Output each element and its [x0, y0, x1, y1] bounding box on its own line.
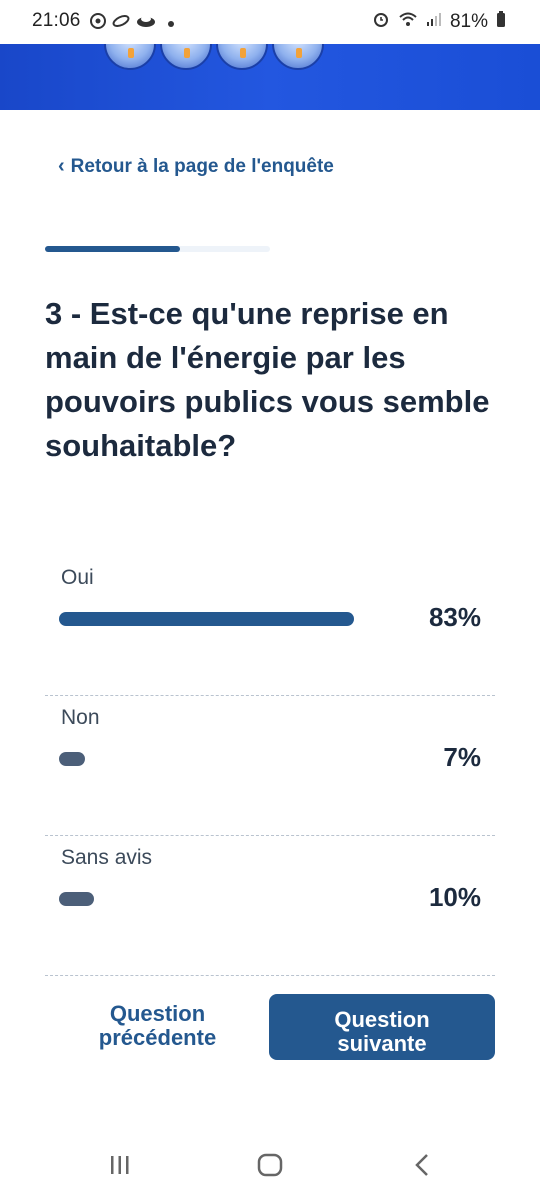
chrome-icon: [90, 13, 106, 34]
back-chevron-icon: [415, 1154, 428, 1176]
previous-question-button[interactable]: Question précédente: [70, 1002, 245, 1050]
battery-icon: [496, 10, 506, 34]
result-label: Sans avis: [61, 846, 153, 869]
back-link-label: Retour à la page de l'enquête: [70, 155, 334, 177]
system-nav-bar: [0, 1130, 540, 1200]
result-bar: [59, 892, 95, 906]
result-label: Oui: [61, 566, 94, 589]
result-percent: 7%: [443, 742, 481, 772]
bulb-icon: [104, 44, 156, 70]
result-bar-track: [59, 892, 389, 906]
result-bar: [59, 612, 354, 626]
wifi-icon: [398, 11, 418, 33]
recent-apps-icon: [111, 1156, 129, 1174]
banner-bulbs: [104, 44, 324, 70]
result-row-oui: Oui 83%: [45, 556, 495, 696]
status-right: 81%: [372, 10, 506, 34]
cloud-icon: [136, 13, 156, 34]
notification-dot: [168, 20, 174, 27]
home-icon: [257, 1153, 283, 1177]
result-label: Non: [61, 706, 100, 729]
recent-apps-button[interactable]: [100, 1150, 140, 1180]
signal-icon: [426, 11, 442, 33]
app-icon: [112, 13, 130, 34]
question-title: 3 - Est-ce qu'une reprise en main de l'é…: [45, 296, 490, 463]
chevron-left-icon: ‹: [58, 155, 65, 177]
header-banner: [0, 44, 540, 110]
bulb-icon: [160, 44, 212, 70]
result-bar: [59, 752, 85, 766]
result-bar-track: [59, 612, 389, 626]
result-row-sans-avis: Sans avis 10%: [45, 836, 495, 976]
battery-percent: 81%: [449, 11, 488, 32]
alarm-icon: [372, 10, 390, 34]
status-bar: 21:06 81%: [0, 0, 540, 44]
result-row-non: Non 7%: [45, 696, 495, 836]
result-percent: 83%: [428, 602, 481, 632]
survey-progress-fill: [45, 246, 180, 252]
next-question-button[interactable]: Question suivante: [269, 994, 495, 1060]
survey-progress-bar: [45, 246, 270, 252]
result-percent: 10%: [428, 882, 481, 912]
result-bar-track: [59, 752, 389, 766]
home-button[interactable]: [250, 1150, 290, 1180]
bulb-icon: [216, 44, 268, 70]
bulb-icon: [272, 44, 324, 70]
status-time: 21:06: [32, 10, 81, 31]
results-list: Oui 83% Non 7% Sans avis 10%: [45, 556, 495, 976]
back-button[interactable]: [402, 1150, 442, 1180]
status-left-icons: [90, 13, 174, 34]
back-to-survey-link[interactable]: ‹ Retour à la page de l'enquête: [58, 155, 334, 178]
